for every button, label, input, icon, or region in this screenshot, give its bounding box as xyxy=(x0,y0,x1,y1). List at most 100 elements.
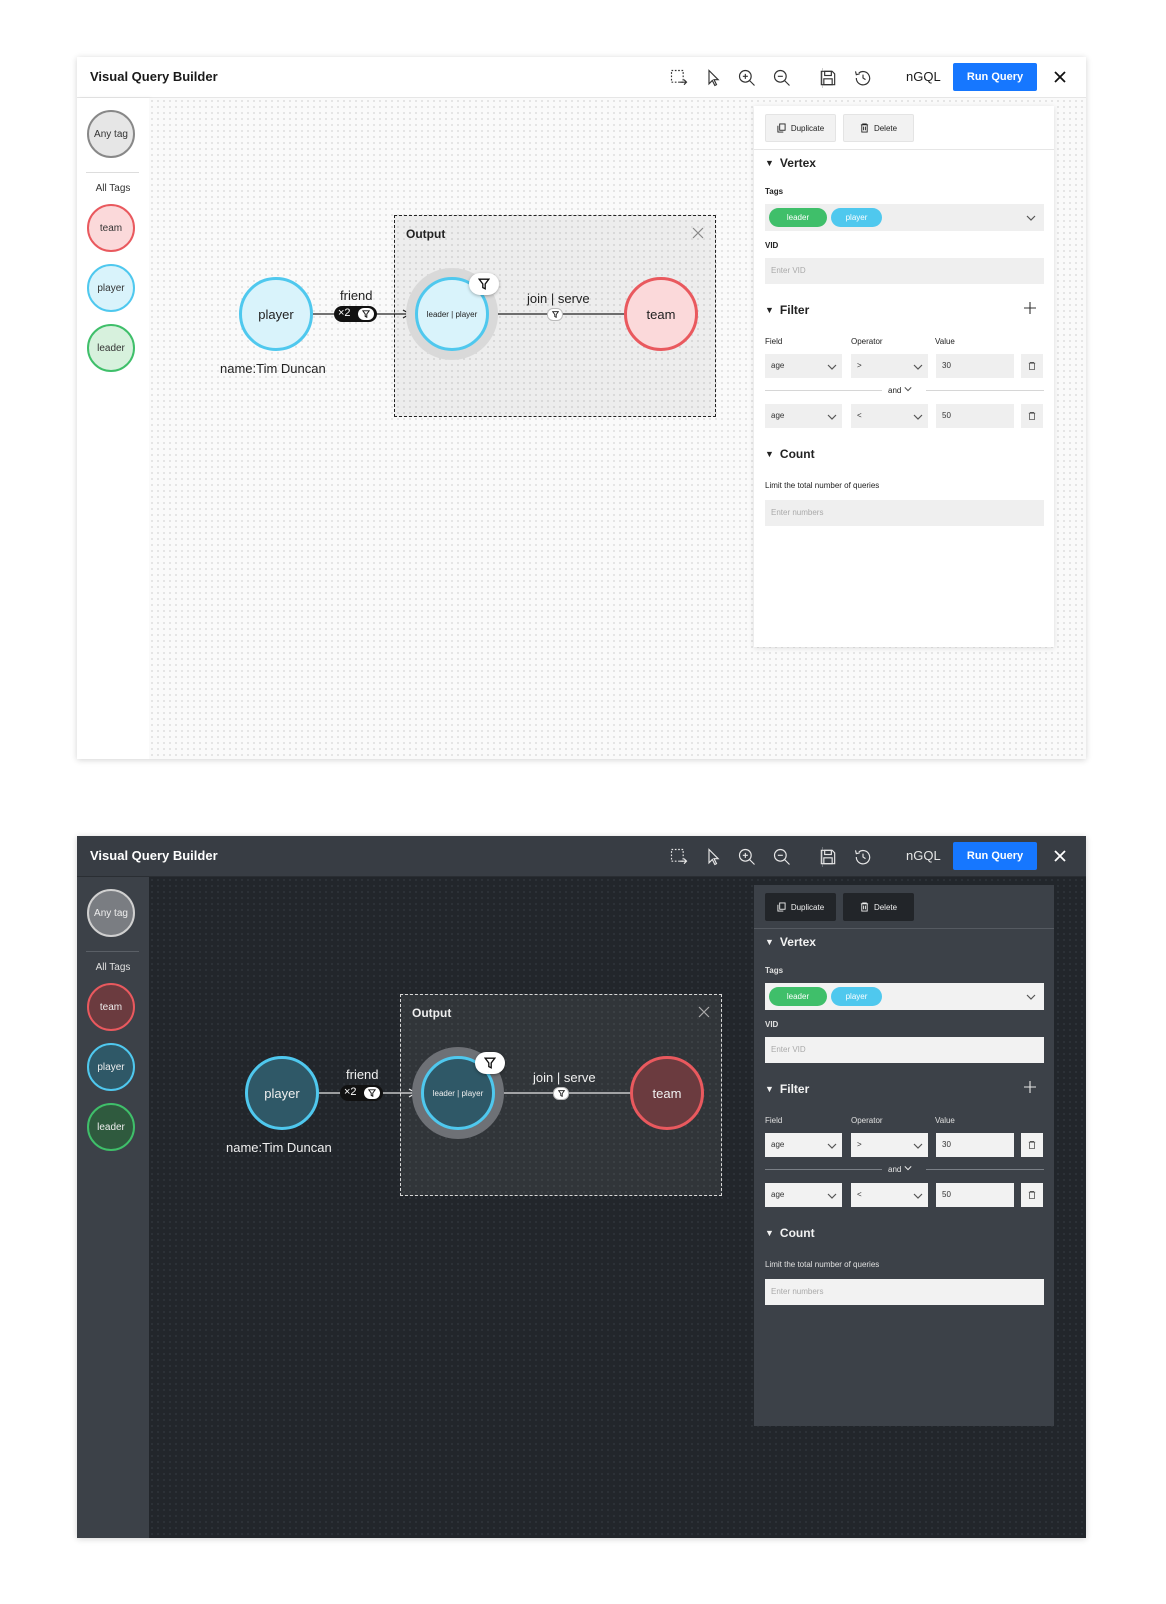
sidebar-tag-leader[interactable]: leader xyxy=(87,324,135,372)
graph-node-team[interactable]: team xyxy=(630,1056,704,1130)
edge-label-friend: friend xyxy=(340,288,373,303)
edge-filter-icon[interactable] xyxy=(547,308,563,321)
filter-icon[interactable] xyxy=(358,308,374,320)
add-filter-icon[interactable] xyxy=(1024,302,1036,314)
graph-node-team[interactable]: team xyxy=(624,277,698,351)
duplicate-button[interactable]: Duplicate xyxy=(765,893,836,921)
chevron-down-icon xyxy=(904,1166,912,1171)
node-label: leader | player xyxy=(426,309,478,319)
box-select-icon[interactable] xyxy=(667,66,691,90)
run-query-button[interactable]: Run Query xyxy=(953,63,1037,91)
filter-field-select[interactable]: age xyxy=(765,404,842,428)
filter-operator-select[interactable]: > xyxy=(851,354,928,378)
pointer-icon[interactable] xyxy=(702,845,726,869)
sidebar-tag-team[interactable]: team xyxy=(87,983,135,1031)
hop-badge[interactable]: ×2 xyxy=(334,306,377,322)
delete-button[interactable]: Delete xyxy=(843,114,914,142)
tag-chip-player[interactable]: player xyxy=(831,987,882,1006)
filter-field-select[interactable]: age xyxy=(765,1133,842,1157)
save-icon[interactable] xyxy=(816,66,840,90)
zoom-out-icon[interactable] xyxy=(770,66,794,90)
filter-icon[interactable] xyxy=(364,1087,380,1099)
filter-section-toggle[interactable]: ▼ Filter xyxy=(765,1082,809,1096)
ngql-button[interactable]: nGQL xyxy=(906,69,941,84)
delete-button[interactable]: Delete xyxy=(843,893,914,921)
trash-icon xyxy=(860,123,869,133)
vertex-section-toggle[interactable]: ▼ Vertex xyxy=(765,156,816,170)
count-title: Count xyxy=(779,1226,815,1240)
node-filter-icon[interactable] xyxy=(475,1052,505,1074)
delete-filter-button[interactable] xyxy=(1021,1133,1043,1157)
graph-node-player[interactable]: player xyxy=(245,1056,319,1130)
node-label: team xyxy=(646,306,676,322)
tags-label: Tags xyxy=(765,966,784,975)
node-label: player xyxy=(264,1085,300,1101)
zoom-in-icon[interactable] xyxy=(735,66,759,90)
history-icon[interactable] xyxy=(851,845,875,869)
close-icon[interactable] xyxy=(1050,846,1070,866)
zoom-in-icon[interactable] xyxy=(735,845,759,869)
any-tag-node[interactable]: Any tag xyxy=(87,110,135,158)
tags-select[interactable]: leader player xyxy=(765,983,1044,1010)
filter-value-input[interactable]: 50 xyxy=(936,404,1014,428)
output-title: Output xyxy=(406,227,446,241)
delete-filter-button[interactable] xyxy=(1021,404,1043,428)
graph-node-player[interactable]: player xyxy=(239,277,313,351)
tag-chip-leader[interactable]: leader xyxy=(769,208,827,227)
filter-section-toggle[interactable]: ▼ Filter xyxy=(765,303,809,317)
count-input[interactable]: Enter numbers xyxy=(765,1279,1044,1305)
filter-operator-select[interactable]: > xyxy=(851,1133,928,1157)
output-close-icon[interactable] xyxy=(697,1005,711,1019)
conjunction-select[interactable]: and xyxy=(888,1164,912,1174)
filter-value-input[interactable]: 30 xyxy=(936,1133,1014,1157)
delete-filter-button[interactable] xyxy=(1021,1183,1043,1207)
sidebar-tag-leader[interactable]: leader xyxy=(87,1103,135,1151)
conjunction-select[interactable]: and xyxy=(888,385,912,395)
box-select-icon[interactable] xyxy=(667,845,691,869)
tag-chip-leader[interactable]: leader xyxy=(769,987,827,1006)
filter-value-input[interactable]: 50 xyxy=(936,1183,1014,1207)
field-column-label: Field xyxy=(765,337,783,346)
zoom-out-icon[interactable] xyxy=(770,845,794,869)
filter-field-select[interactable]: age xyxy=(765,354,842,378)
sidebar-tag-player[interactable]: player xyxy=(87,1043,135,1091)
caret-down-icon: ▼ xyxy=(765,305,774,315)
run-query-button[interactable]: Run Query xyxy=(953,842,1037,870)
add-filter-icon[interactable] xyxy=(1024,1081,1036,1093)
output-close-icon[interactable] xyxy=(691,226,705,240)
node-filter-icon[interactable] xyxy=(469,273,499,295)
hop-badge[interactable]: ×2 xyxy=(340,1085,383,1101)
vid-input[interactable]: Enter VID xyxy=(765,258,1044,284)
tags-select[interactable]: leader player xyxy=(765,204,1044,231)
count-input[interactable]: Enter numbers xyxy=(765,500,1044,526)
vid-label: VID xyxy=(765,241,779,250)
output-title: Output xyxy=(412,1006,452,1020)
count-section-toggle[interactable]: ▼ Count xyxy=(765,447,815,461)
filter-operator-select[interactable]: < xyxy=(851,404,928,428)
close-icon[interactable] xyxy=(1050,67,1070,87)
all-tags-label: All Tags xyxy=(95,183,131,194)
filter-operator-select[interactable]: < xyxy=(851,1183,928,1207)
edge-filter-icon[interactable] xyxy=(553,1087,569,1100)
edge-label-join-serve: join | serve xyxy=(533,1070,596,1085)
vid-input[interactable]: Enter VID xyxy=(765,1037,1044,1063)
duplicate-button[interactable]: Duplicate xyxy=(765,114,836,142)
count-section-toggle[interactable]: ▼ Count xyxy=(765,1226,815,1240)
sidebar-tag-player[interactable]: player xyxy=(87,264,135,312)
count-hint: Limit the total number of queries xyxy=(765,1260,880,1269)
delete-filter-button[interactable] xyxy=(1021,354,1043,378)
vertex-section-toggle[interactable]: ▼ Vertex xyxy=(765,935,816,949)
tag-sidebar: Any tag All Tags team player leader xyxy=(77,98,149,759)
ngql-button[interactable]: nGQL xyxy=(906,848,941,863)
any-tag-node[interactable]: Any tag xyxy=(87,889,135,937)
pointer-icon[interactable] xyxy=(702,66,726,90)
vertex-title: Vertex xyxy=(779,156,816,170)
history-icon[interactable] xyxy=(851,66,875,90)
save-icon[interactable] xyxy=(816,845,840,869)
filter-value-input[interactable]: 30 xyxy=(936,354,1014,378)
sidebar-tag-team[interactable]: team xyxy=(87,204,135,252)
tag-chip-player[interactable]: player xyxy=(831,208,882,227)
tags-label: Tags xyxy=(765,187,784,196)
title-bar: Visual Query Builder nGQL Run Query xyxy=(77,57,1086,98)
filter-field-select[interactable]: age xyxy=(765,1183,842,1207)
